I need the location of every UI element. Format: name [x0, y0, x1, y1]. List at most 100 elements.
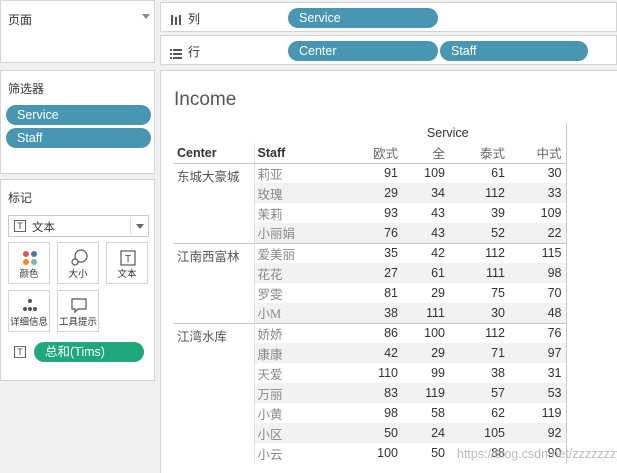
value-cell[interactable]: 99: [402, 363, 449, 383]
tooltip-button[interactable]: 工具提示: [57, 290, 99, 332]
staff-label[interactable]: 万丽: [253, 383, 330, 403]
staff-label[interactable]: 花花: [253, 263, 330, 283]
value-cell[interactable]: 110: [330, 363, 402, 383]
value-cell[interactable]: 61: [402, 263, 449, 283]
value-cell[interactable]: 76: [509, 322, 567, 343]
value-cell[interactable]: 29: [402, 283, 449, 303]
columns-shelf[interactable]: 列 Service: [160, 2, 617, 32]
value-cell[interactable]: 109: [509, 203, 567, 223]
value-cell[interactable]: 83: [330, 383, 402, 403]
value-cell[interactable]: 81: [330, 283, 402, 303]
value-cell[interactable]: 39: [449, 203, 509, 223]
value-cell[interactable]: 48: [509, 303, 567, 323]
value-cell[interactable]: 34: [402, 183, 449, 203]
value-cell[interactable]: 30: [509, 162, 567, 183]
value-cell[interactable]: 22: [509, 223, 567, 243]
filter-pill-staff[interactable]: Staff: [6, 128, 151, 148]
column-field-header[interactable]: Service: [330, 123, 567, 143]
value-cell[interactable]: 52: [449, 223, 509, 243]
value-cell[interactable]: 50: [402, 443, 449, 463]
value-cell[interactable]: 91: [330, 162, 402, 183]
value-cell[interactable]: 53: [509, 383, 567, 403]
value-cell[interactable]: 109: [402, 162, 449, 183]
value-cell[interactable]: 100: [402, 322, 449, 343]
value-cell[interactable]: 43: [402, 223, 449, 243]
value-cell[interactable]: 105: [449, 423, 509, 443]
color-button[interactable]: 颜色: [8, 242, 50, 284]
row-header-center[interactable]: Center: [174, 143, 254, 164]
value-cell[interactable]: 112: [449, 183, 509, 203]
pages-card[interactable]: 页面: [0, 0, 155, 63]
staff-label[interactable]: 爱美丽: [253, 242, 330, 263]
rows-shelf[interactable]: 行 Center Staff: [160, 35, 617, 65]
column-header[interactable]: 欧式: [330, 143, 402, 164]
row-header-staff[interactable]: Staff: [253, 143, 330, 164]
value-cell[interactable]: 76: [330, 223, 402, 243]
table-row[interactable]: 东城大豪城 莉亚 91 109 61 30: [174, 162, 567, 243]
value-cell[interactable]: 111: [402, 303, 449, 323]
column-header[interactable]: 中式: [509, 143, 567, 164]
table-row[interactable]: 江湾水库 娇娇 86 100 112 76: [174, 322, 567, 463]
rows-pill-center[interactable]: Center: [288, 41, 438, 61]
value-cell[interactable]: 119: [509, 403, 567, 423]
value-cell[interactable]: 24: [402, 423, 449, 443]
detail-button[interactable]: 详细信息: [8, 290, 50, 332]
center-label[interactable]: 江湾水库: [174, 322, 254, 463]
staff-label[interactable]: 小M: [253, 303, 330, 323]
value-cell[interactable]: 42: [402, 242, 449, 263]
value-cell[interactable]: 58: [402, 403, 449, 423]
table-row[interactable]: 江南西富林 爱美丽 35 42 112 115: [174, 242, 567, 323]
column-header[interactable]: 泰式: [449, 143, 509, 164]
value-cell[interactable]: 43: [402, 203, 449, 223]
staff-label[interactable]: 小云: [253, 443, 330, 463]
value-cell[interactable]: 98: [330, 403, 402, 423]
value-cell[interactable]: 92: [509, 423, 567, 443]
column-header[interactable]: 全: [402, 143, 449, 164]
staff-label[interactable]: 娇娇: [253, 322, 330, 343]
center-label[interactable]: 江南西富林: [174, 242, 254, 323]
staff-label[interactable]: 茉莉: [253, 203, 330, 223]
triangle-down-icon[interactable]: [142, 14, 150, 19]
text-button[interactable]: T 文本: [106, 242, 148, 284]
mark-type-dropdown[interactable]: T 文本: [8, 215, 149, 237]
value-cell[interactable]: 98: [509, 263, 567, 283]
value-cell[interactable]: 30: [449, 303, 509, 323]
staff-label[interactable]: 罗雯: [253, 283, 330, 303]
value-cell[interactable]: 33: [509, 183, 567, 203]
value-cell[interactable]: 70: [509, 283, 567, 303]
value-cell[interactable]: 93: [330, 203, 402, 223]
value-cell[interactable]: 57: [449, 383, 509, 403]
value-cell[interactable]: 29: [330, 183, 402, 203]
center-label[interactable]: 东城大豪城: [174, 162, 254, 243]
value-cell[interactable]: 112: [449, 242, 509, 263]
rows-pill-staff[interactable]: Staff: [440, 41, 588, 61]
value-cell[interactable]: 29: [402, 343, 449, 363]
value-cell[interactable]: 42: [330, 343, 402, 363]
value-cell[interactable]: 75: [449, 283, 509, 303]
size-button[interactable]: 大小: [57, 242, 99, 284]
value-cell[interactable]: 100: [330, 443, 402, 463]
value-cell[interactable]: 62: [449, 403, 509, 423]
value-cell[interactable]: 38: [449, 363, 509, 383]
staff-label[interactable]: 莉亚: [253, 162, 330, 183]
value-cell[interactable]: 50: [330, 423, 402, 443]
value-cell[interactable]: 31: [509, 363, 567, 383]
value-cell[interactable]: 115: [509, 242, 567, 263]
value-cell[interactable]: 97: [509, 343, 567, 363]
value-cell[interactable]: 35: [330, 242, 402, 263]
value-cell[interactable]: 71: [449, 343, 509, 363]
staff-label[interactable]: 小区: [253, 423, 330, 443]
value-cell[interactable]: 119: [402, 383, 449, 403]
staff-label[interactable]: 小丽娟: [253, 223, 330, 243]
value-cell[interactable]: 86: [330, 322, 402, 343]
value-cell[interactable]: 111: [449, 263, 509, 283]
staff-label[interactable]: 康康: [253, 343, 330, 363]
staff-label[interactable]: 天爱: [253, 363, 330, 383]
staff-label[interactable]: 小黄: [253, 403, 330, 423]
columns-pill-service[interactable]: Service: [288, 8, 438, 28]
value-cell[interactable]: 38: [330, 303, 402, 323]
staff-label[interactable]: 玫瑰: [253, 183, 330, 203]
value-cell[interactable]: 61: [449, 162, 509, 183]
value-cell[interactable]: 112: [449, 322, 509, 343]
filter-pill-service[interactable]: Service: [6, 105, 151, 125]
